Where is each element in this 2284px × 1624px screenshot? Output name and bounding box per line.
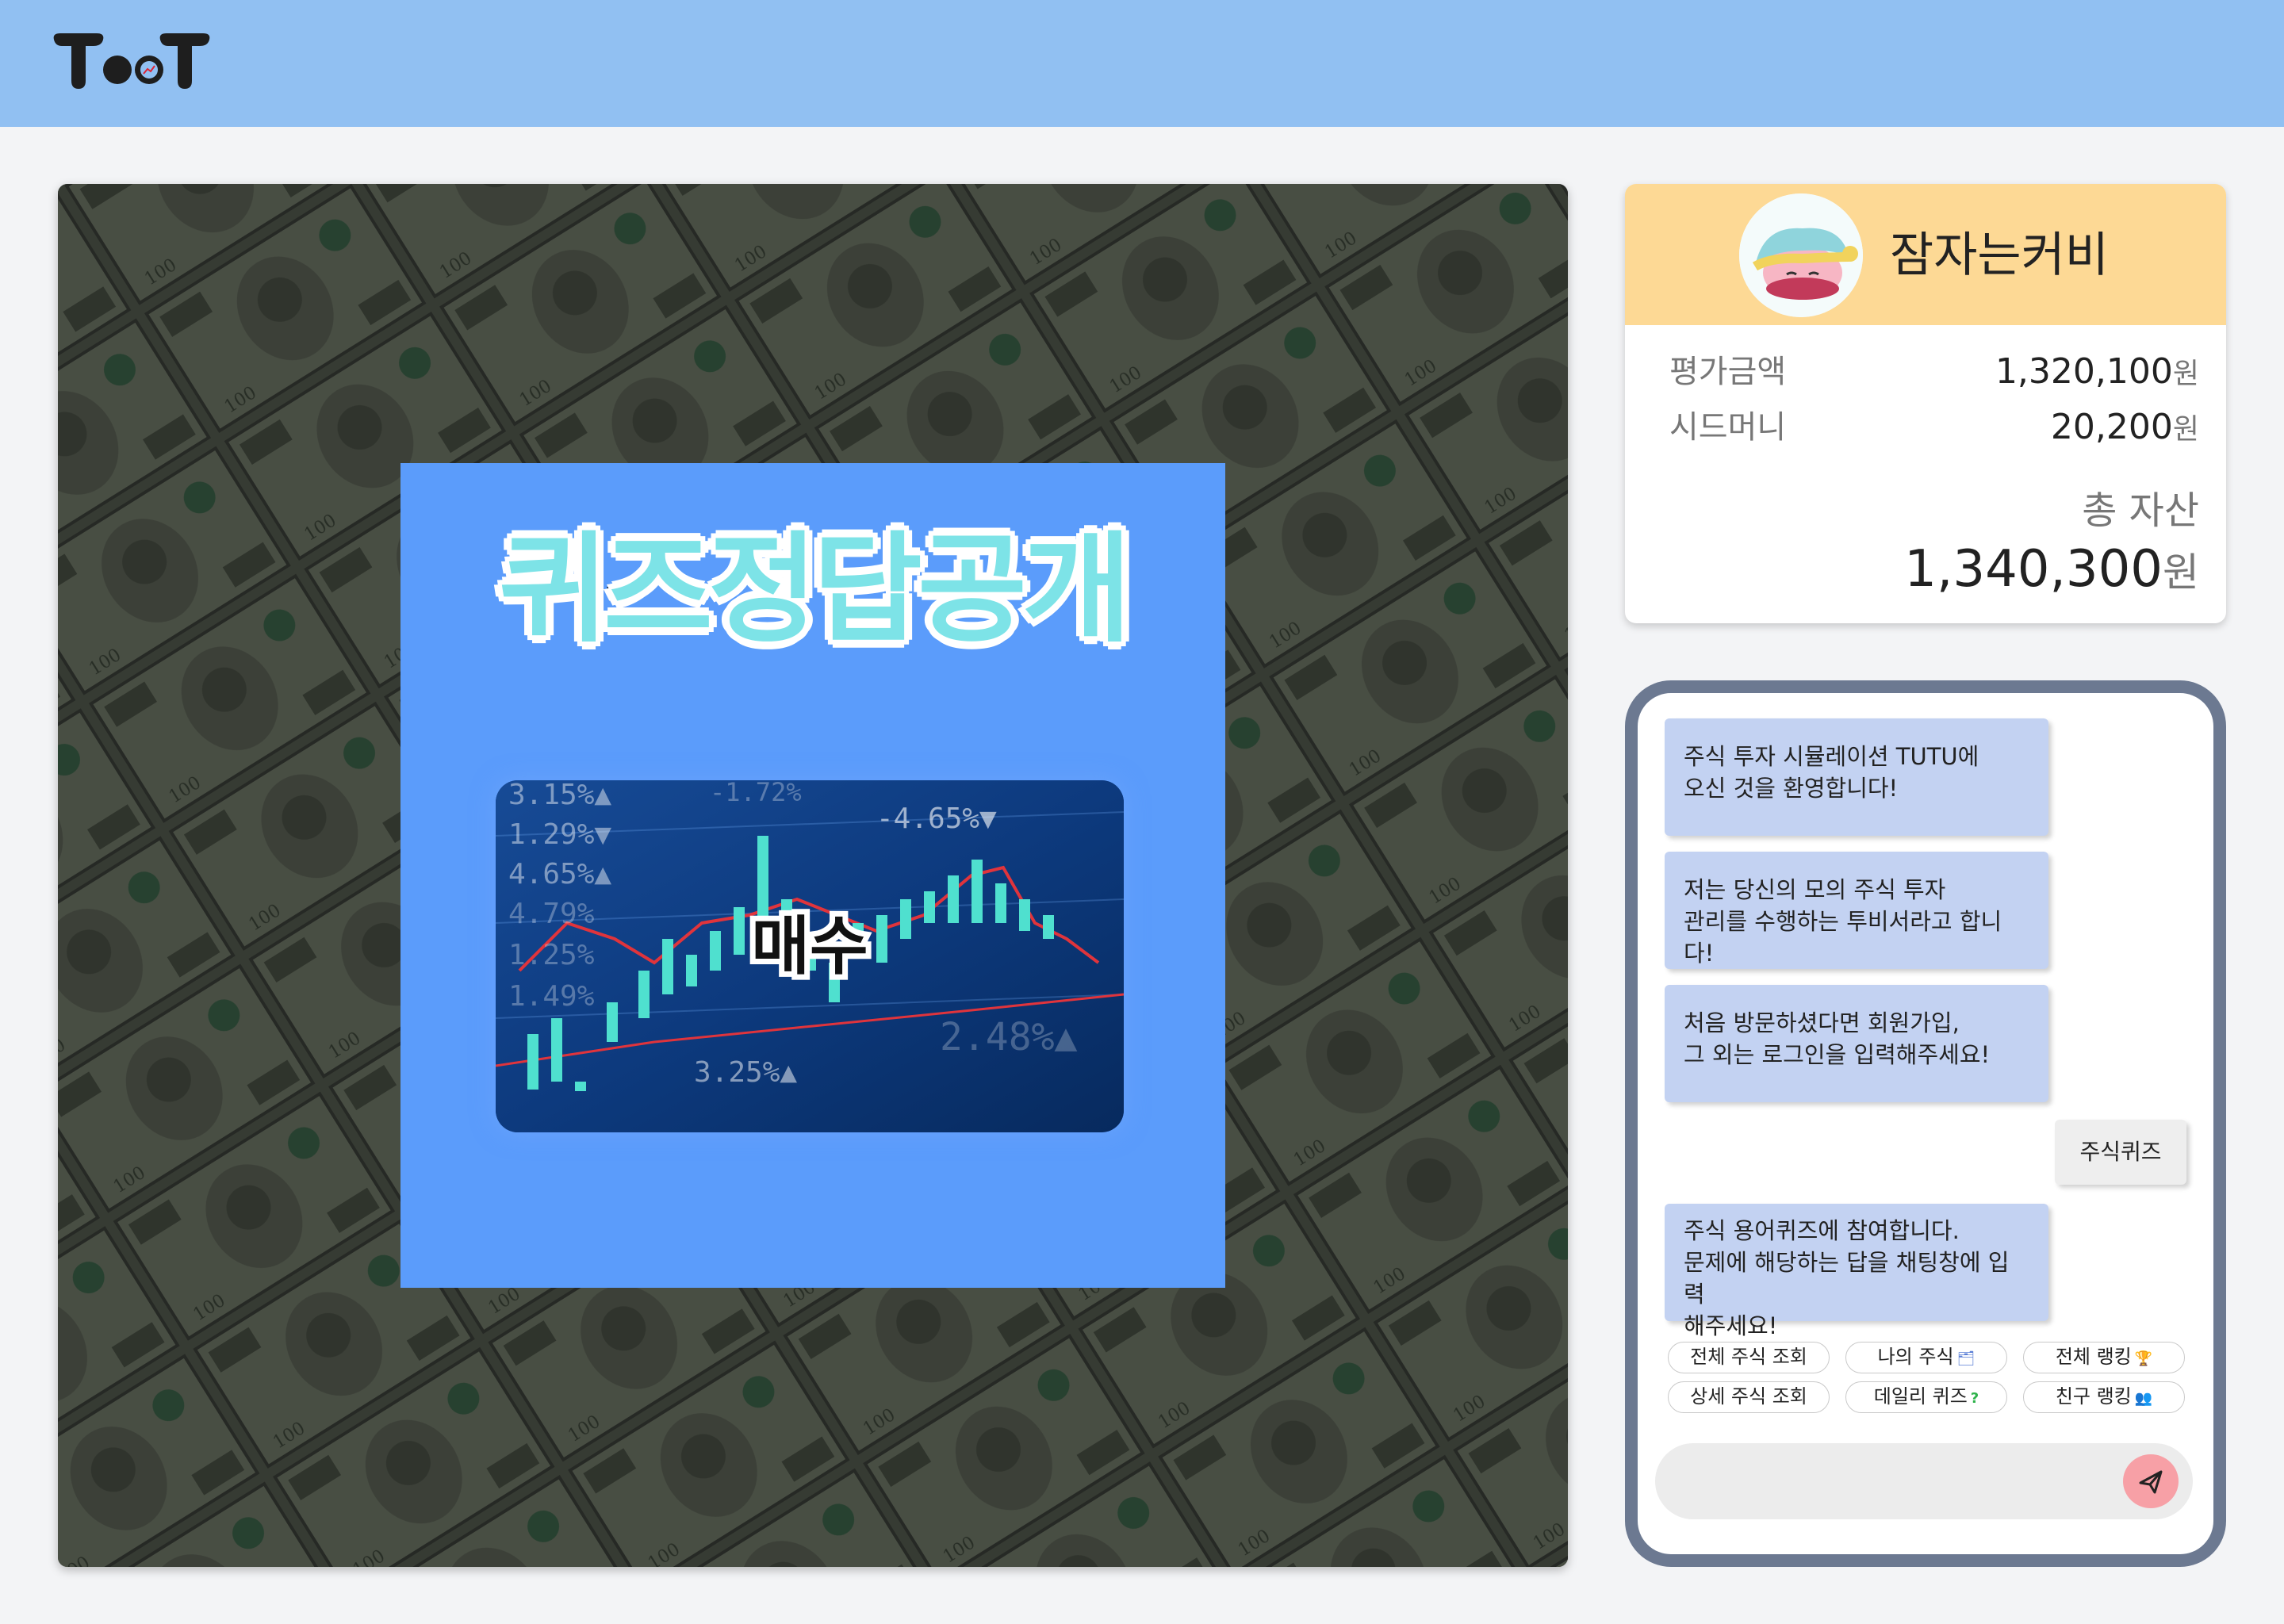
username: 잠자는커비 <box>1890 228 2109 283</box>
seed-money-number: 20,200 <box>2050 407 2173 447</box>
friends-icon: 👥 <box>2134 1390 2153 1407</box>
currency-unit: 원 <box>2172 413 2199 446</box>
profile-header: 잠자는커비 <box>1625 184 2226 325</box>
ticker-text: 3.15%▲ <box>508 780 611 811</box>
message-line: 해주세요! <box>1684 1312 1778 1339</box>
quiz-stage: 100 퀴즈정답공개 <box>58 184 1568 1567</box>
message-line: 주식 투자 시뮬레이션 TUTU에 <box>1684 743 1979 770</box>
kirby-avatar-image <box>1739 193 1863 317</box>
total-assets-value: 1,340,300원 <box>1904 538 2199 604</box>
message-line: 오신 것을 환영합니다! <box>1684 775 1899 802</box>
quiz-answer: 매수 <box>745 904 873 989</box>
seed-money-value: 20,200원 <box>2051 408 2199 450</box>
chip-daily-quiz[interactable]: 데일리 퀴즈? <box>1845 1381 2007 1413</box>
app-logo[interactable] <box>51 30 213 94</box>
ticker-text: -4.65%▼ <box>876 802 997 835</box>
bot-message: 주식 투자 시뮬레이션 TUTU에 오신 것을 환영합니다! <box>1665 718 2048 836</box>
quiz-answer-card: 퀴즈정답공개 3.15%▲ 1.29%▼ 4.65%▲ 4.79% 1.25% … <box>400 463 1225 1288</box>
ticker-text: 1.29%▼ <box>508 818 611 851</box>
bot-message: 주식 용어퀴즈에 참여합니다. 문제에 해당하는 답을 채팅창에 입력 해주세요… <box>1665 1204 2048 1339</box>
currency-unit: 원 <box>2163 550 2199 596</box>
message-line: 그 외는 로그인을 입력해주세요! <box>1684 1041 1991 1068</box>
chip-stock-detail[interactable]: 상세 주식 조회 <box>1668 1381 1830 1413</box>
chip-my-stocks[interactable]: 나의 주식 🗂 <box>1845 1342 2007 1373</box>
chip-label: 전체 주식 조회 <box>1690 1346 1807 1368</box>
folder-icon: 🗂 <box>1956 1350 1976 1367</box>
trophy-icon: 🏆 <box>2134 1350 2153 1367</box>
chip-label: 친구 랭킹 <box>2055 1385 2132 1408</box>
question-icon: ? <box>1970 1390 1979 1407</box>
top-header <box>0 0 2284 127</box>
message-line: 주식 용어퀴즈에 참여합니다. <box>1684 1217 1960 1244</box>
chip-label: 상세 주식 조회 <box>1690 1385 1807 1408</box>
message-line: 저는 당신의 모의 주식 투자 <box>1684 876 1946 903</box>
send-button[interactable] <box>2123 1454 2179 1508</box>
ticker-text: 3.25%▲ <box>694 1056 797 1089</box>
chat-input[interactable] <box>1679 1443 2107 1519</box>
stock-chart-image: 3.15%▲ 1.29%▼ 4.65%▲ 4.79% 1.25% 1.49% -… <box>496 780 1124 1132</box>
chip-label: 나의 주식 <box>1877 1346 1954 1368</box>
chip-all-stocks[interactable]: 전체 주식 조회 <box>1668 1342 1830 1373</box>
paper-plane-icon <box>2139 1470 2163 1494</box>
ticker-text: 2.48%▲ <box>940 1015 1077 1059</box>
total-assets-number: 1,340,300 <box>1904 540 2163 599</box>
seed-money-label: 시드머니 <box>1669 409 1787 446</box>
chatbot-panel: 주식 투자 시뮬레이션 TUTU에 오신 것을 환영합니다! 저는 당신의 모의… <box>1625 680 2226 1567</box>
quiz-title: 퀴즈정답공개 <box>496 518 1135 662</box>
currency-unit: 원 <box>2172 358 2199 390</box>
message-line: 관리를 수행하는 투비서라고 합니다! <box>1684 908 2002 967</box>
ticker-text: -1.72% <box>710 780 802 807</box>
ticker-text: 4.65%▲ <box>508 858 611 891</box>
chip-label: 데일리 퀴즈 <box>1873 1385 1968 1408</box>
evaluation-amount-number: 1,320,100 <box>1995 351 2173 392</box>
evaluation-amount-label: 평가금액 <box>1669 354 1787 390</box>
bot-message: 처음 방문하셨다면 회원가입, 그 외는 로그인을 입력해주세요! <box>1665 985 2048 1102</box>
chat-input-bar <box>1655 1443 2193 1519</box>
chip-all-ranking[interactable]: 전체 랭킹 🏆 <box>2023 1342 2185 1373</box>
chip-label: 전체 랭킹 <box>2055 1346 2132 1368</box>
bot-message: 저는 당신의 모의 주식 투자 관리를 수행하는 투비서라고 합니다! <box>1665 852 2048 969</box>
chip-friend-ranking[interactable]: 친구 랭킹 👥 <box>2023 1381 2185 1413</box>
message-line: 문제에 해당하는 답을 채팅창에 입력 <box>1684 1249 2010 1308</box>
evaluation-amount-value: 1,320,100원 <box>1995 352 2199 394</box>
user-message: 주식퀴즈 <box>2055 1120 2186 1185</box>
total-assets-label: 총 자산 <box>2082 488 2199 533</box>
profile-card: 잠자는커비 평가금액 1,320,100원 시드머니 20,200원 총 자산 … <box>1625 184 2226 623</box>
message-line: 처음 방문하셨다면 회원가입, <box>1684 1009 1960 1036</box>
avatar[interactable] <box>1739 193 1863 317</box>
